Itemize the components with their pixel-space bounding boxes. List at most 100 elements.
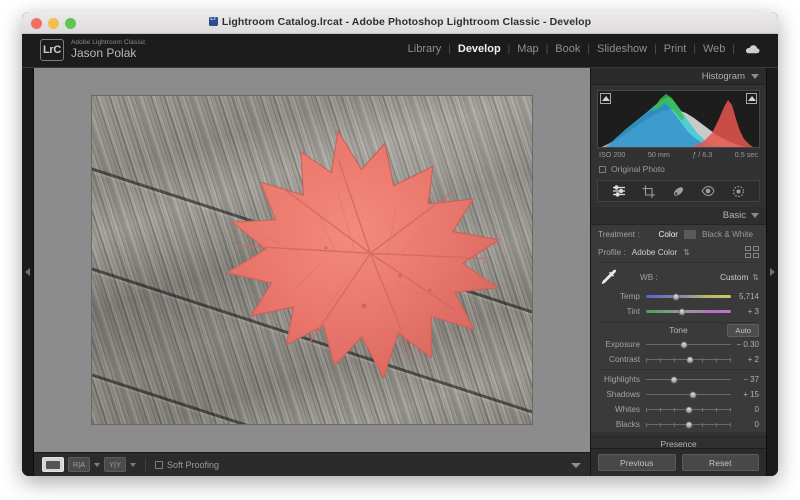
original-photo-label: Original Photo bbox=[611, 164, 665, 174]
develop-toolbar: R|A Y|Y Soft Proofing bbox=[34, 452, 590, 476]
slider-blacks-control[interactable] bbox=[646, 419, 731, 431]
slider-knob[interactable] bbox=[689, 391, 696, 398]
previous-button[interactable]: Previous bbox=[598, 454, 676, 471]
spot-removal-tool[interactable] bbox=[671, 184, 686, 199]
soft-proofing-label[interactable]: Soft Proofing bbox=[167, 460, 219, 470]
leaf-spot bbox=[324, 246, 327, 249]
app-body: LrC Adobe Lightroom Classic Jason Polak … bbox=[22, 34, 778, 476]
auto-tone-button[interactable]: Auto bbox=[727, 324, 759, 337]
original-photo-checkbox[interactable] bbox=[599, 166, 606, 173]
module-library[interactable]: Library bbox=[401, 43, 449, 55]
module-web[interactable]: Web bbox=[696, 43, 732, 55]
slider-blacks-label: Blacks bbox=[598, 420, 646, 429]
treatment-bw-option[interactable]: Black & White bbox=[696, 229, 759, 240]
slider-knob[interactable] bbox=[687, 356, 694, 363]
loupe-view-button[interactable] bbox=[42, 457, 64, 472]
slider-shadows-control[interactable] bbox=[646, 389, 731, 401]
eyedropper-icon[interactable] bbox=[598, 268, 622, 286]
slider-track bbox=[646, 359, 731, 361]
treatment-color-option[interactable]: Color bbox=[652, 229, 684, 240]
chevron-down-icon[interactable] bbox=[130, 463, 136, 467]
slider-blacks[interactable]: Blacks 0 bbox=[598, 417, 759, 432]
slider-tint-value[interactable]: + 3 bbox=[731, 307, 759, 316]
window-title-text: Lightroom Catalog.lrcat - Adobe Photosho… bbox=[222, 16, 591, 28]
slider-tint[interactable]: Tint + 3 bbox=[598, 304, 759, 319]
module-develop[interactable]: Develop bbox=[451, 43, 508, 55]
treatment-segmented[interactable]: Color Black & White bbox=[652, 229, 759, 240]
wb-stepper-icon[interactable]: ⇅ bbox=[752, 273, 759, 282]
histogram-graph[interactable] bbox=[597, 90, 760, 148]
slider-shadows-value[interactable]: + 15 bbox=[731, 390, 759, 399]
chevron-down-icon[interactable] bbox=[751, 213, 759, 218]
cloud-icon[interactable] bbox=[745, 44, 760, 54]
toolbar-collapse-button[interactable] bbox=[568, 457, 584, 473]
segment-divider bbox=[684, 230, 696, 239]
photo-preview[interactable] bbox=[92, 96, 532, 424]
slider-highlights-value[interactable]: − 37 bbox=[731, 375, 759, 384]
window-title: Lightroom Catalog.lrcat - Adobe Photosho… bbox=[22, 16, 778, 28]
presence-section-header[interactable]: Presence bbox=[591, 436, 766, 448]
left-panel-collapse[interactable] bbox=[22, 68, 34, 476]
module-map[interactable]: Map bbox=[510, 43, 545, 55]
profile-grid-icon[interactable] bbox=[745, 246, 759, 258]
image-stage[interactable] bbox=[34, 68, 590, 452]
slider-shadows[interactable]: Shadows + 15 bbox=[598, 387, 759, 402]
slider-temp-value[interactable]: 5,714 bbox=[731, 292, 759, 301]
profile-stepper-icon[interactable]: ⇅ bbox=[683, 248, 690, 257]
slider-knob[interactable] bbox=[672, 293, 679, 300]
before-after-yy-button[interactable]: Y|Y bbox=[104, 457, 126, 472]
slider-knob[interactable] bbox=[681, 341, 688, 348]
soft-proofing-checkbox[interactable] bbox=[155, 461, 163, 469]
module-slideshow[interactable]: Slideshow bbox=[590, 43, 654, 55]
slider-contrast-value[interactable]: + 2 bbox=[731, 355, 759, 364]
slider-contrast[interactable]: Contrast + 2 bbox=[598, 352, 759, 367]
chevron-down-icon[interactable] bbox=[751, 74, 759, 79]
original-photo-row[interactable]: Original Photo bbox=[599, 164, 758, 174]
masking-tool[interactable] bbox=[731, 184, 746, 199]
slider-exposure-value[interactable]: − 0.30 bbox=[731, 340, 759, 349]
identity-text: Adobe Lightroom Classic Jason Polak bbox=[71, 39, 146, 60]
crop-overlay-tool[interactable] bbox=[641, 184, 656, 199]
slider-knob[interactable] bbox=[671, 376, 678, 383]
basic-panel-title: Basic bbox=[723, 210, 746, 221]
slider-temp[interactable]: Temp 5,714 bbox=[598, 289, 759, 304]
profile-value[interactable]: Adobe Color bbox=[632, 248, 678, 257]
slider-whites-label: Whites bbox=[598, 405, 646, 414]
slider-highlights-label: Highlights bbox=[598, 375, 646, 384]
slider-highlights[interactable]: Highlights − 37 bbox=[598, 372, 759, 387]
slider-knob[interactable] bbox=[678, 308, 685, 315]
basic-panel-header[interactable]: Basic bbox=[591, 207, 766, 225]
red-eye-tool[interactable] bbox=[701, 184, 716, 199]
shadow-clipping-indicator[interactable] bbox=[600, 93, 611, 104]
slider-whites[interactable]: Whites 0 bbox=[598, 402, 759, 417]
slider-whites-value[interactable]: 0 bbox=[731, 405, 759, 414]
module-print[interactable]: Print bbox=[657, 43, 694, 55]
slider-whites-control[interactable] bbox=[646, 404, 731, 416]
slider-highlights-control[interactable] bbox=[646, 374, 731, 386]
slider-track bbox=[646, 344, 731, 346]
content-area: R|A Y|Y Soft Proofing bbox=[34, 68, 590, 476]
before-after-ra-button[interactable]: R|A bbox=[68, 457, 90, 472]
slider-exposure-control[interactable] bbox=[646, 339, 731, 351]
application-window: Lightroom Catalog.lrcat - Adobe Photosho… bbox=[22, 12, 778, 476]
wb-value[interactable]: Custom bbox=[720, 273, 748, 282]
slider-contrast-control[interactable] bbox=[646, 354, 731, 366]
slider-knob[interactable] bbox=[685, 421, 692, 428]
right-panel-collapse[interactable] bbox=[766, 68, 778, 476]
module-book[interactable]: Book bbox=[548, 43, 587, 55]
slider-exposure[interactable]: Exposure − 0.30 bbox=[598, 337, 759, 352]
slider-temp-control[interactable] bbox=[646, 291, 731, 303]
identity-plate[interactable]: LrC Adobe Lightroom Classic Jason Polak bbox=[40, 39, 146, 61]
slider-track bbox=[646, 310, 731, 313]
highlight-clipping-indicator[interactable] bbox=[746, 93, 757, 104]
slider-knob[interactable] bbox=[685, 406, 692, 413]
right-panel-scroll[interactable]: Histogram bbox=[591, 68, 766, 448]
basic-adjust-tool[interactable] bbox=[611, 184, 626, 199]
slider-tint-control[interactable] bbox=[646, 306, 731, 318]
slider-track bbox=[646, 424, 731, 426]
maple-leaf bbox=[92, 96, 532, 424]
chevron-down-icon[interactable] bbox=[94, 463, 100, 467]
reset-button[interactable]: Reset bbox=[682, 454, 760, 471]
slider-blacks-value[interactable]: 0 bbox=[731, 420, 759, 429]
histogram-header[interactable]: Histogram bbox=[591, 68, 766, 85]
